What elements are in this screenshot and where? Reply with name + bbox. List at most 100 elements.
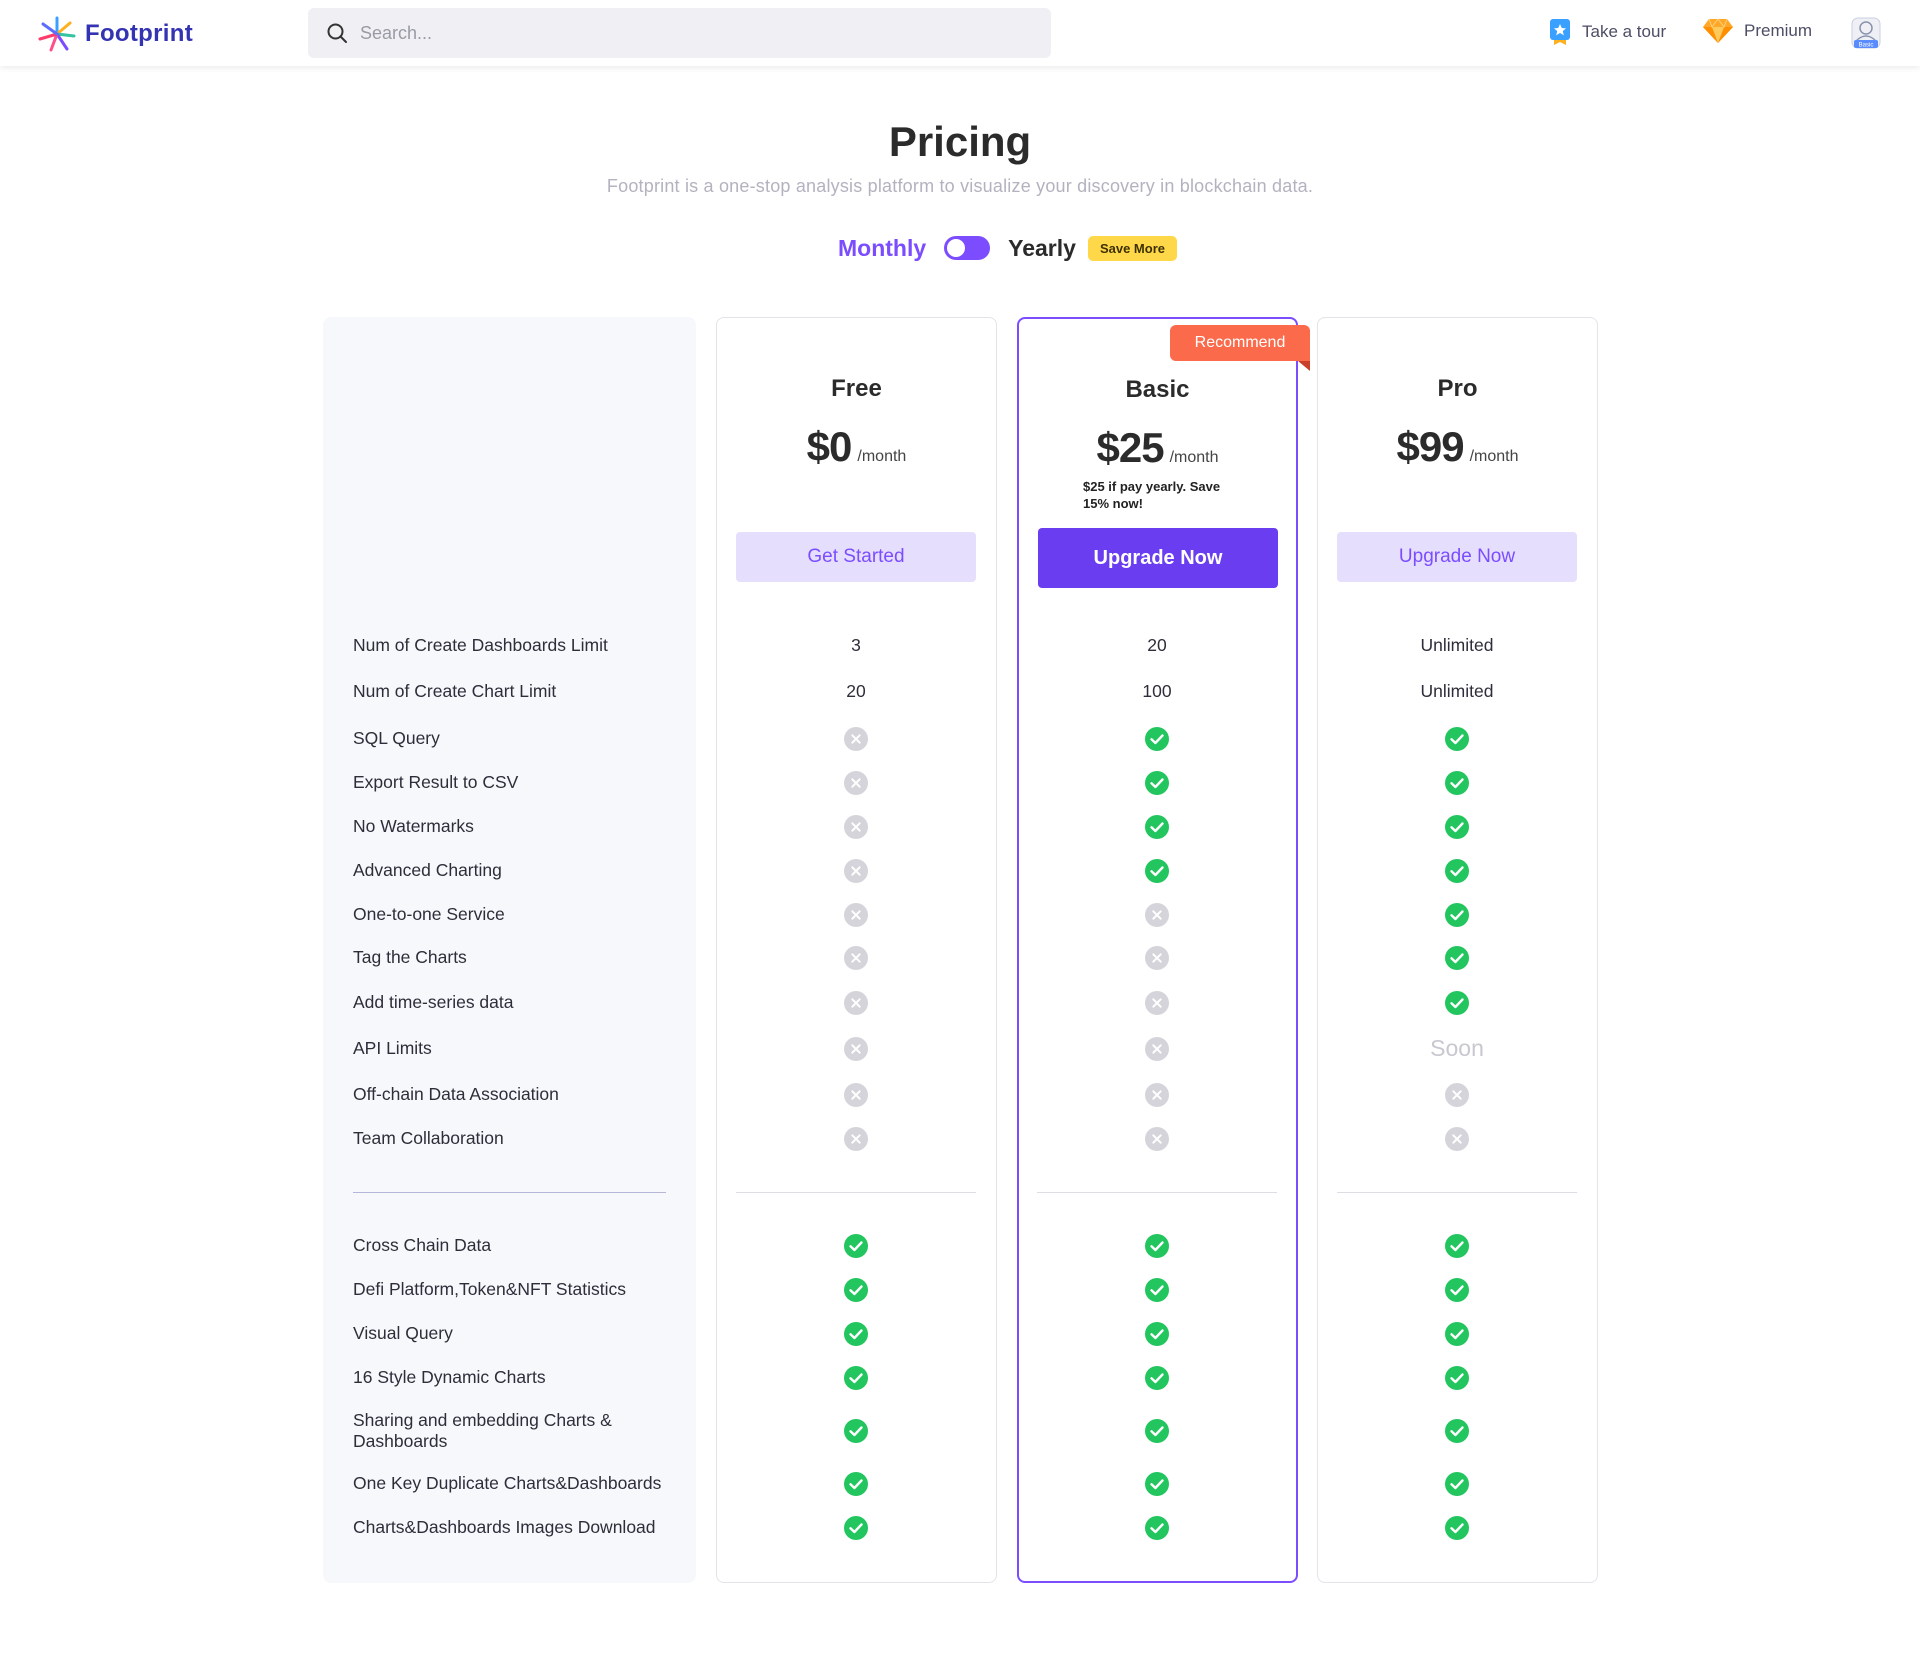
yearly-discount-note: $25 if pay yearly. Save 15% now! [1083, 479, 1221, 511]
feature-label: SQL Query [353, 728, 440, 748]
check-circle-icon [844, 1278, 868, 1302]
check-circle-icon [1445, 946, 1469, 970]
feature-label: Visual Query [353, 1323, 453, 1343]
check-circle-icon [1445, 1366, 1469, 1390]
premium-label: Premium [1744, 21, 1813, 40]
limit-value: Unlimited [1420, 681, 1494, 701]
check-circle-icon [844, 1419, 868, 1443]
plan-name: Free [831, 375, 882, 402]
upgrade-now-button-basic[interactable]: Upgrade Now [1038, 528, 1278, 588]
check-circle-icon [1145, 815, 1169, 839]
billing-monthly-label[interactable]: Monthly [838, 235, 926, 262]
check-circle-icon [1445, 903, 1469, 927]
search-bar[interactable] [308, 8, 1051, 58]
check-circle-icon [1145, 1472, 1169, 1496]
check-circle-icon [1145, 1322, 1169, 1346]
check-circle-icon [1445, 1234, 1469, 1258]
check-circle-icon [1445, 771, 1469, 795]
check-circle-icon [844, 1234, 868, 1258]
check-circle-icon [1445, 1322, 1469, 1346]
diamond-icon [1703, 18, 1733, 43]
user-avatar-icon: Basic [1851, 17, 1881, 49]
brand-name: Footprint [85, 20, 193, 47]
top-navbar: Footprint Take a tour Premium [0, 0, 1920, 66]
feature-label: Cross Chain Data [353, 1235, 492, 1255]
check-circle-icon [1145, 771, 1169, 795]
limit-value: Unlimited [1420, 635, 1494, 655]
check-circle-icon [1445, 815, 1469, 839]
check-circle-icon [1145, 1516, 1169, 1540]
tour-badge-icon [1550, 19, 1570, 45]
cross-circle-icon [1445, 1083, 1469, 1107]
plan-price: $0 /month [717, 423, 996, 471]
check-circle-icon [844, 1516, 868, 1540]
brand-logo[interactable]: Footprint [37, 15, 193, 53]
cross-circle-icon [844, 859, 868, 883]
price-amount: $99 [1396, 423, 1465, 470]
page-subtitle: Footprint is a one-stop analysis platfor… [606, 176, 1314, 196]
cross-circle-icon [1145, 946, 1169, 970]
feature-label: Tag the Charts [353, 947, 467, 967]
search-input[interactable] [360, 22, 1010, 44]
section-divider [736, 1192, 976, 1193]
check-circle-icon [1445, 991, 1469, 1015]
feature-label: Charts&Dashboards Images Download [353, 1517, 656, 1537]
feature-label: Defi Platform,Token&NFT Statistics [353, 1279, 626, 1299]
check-circle-icon [1445, 1278, 1469, 1302]
cross-circle-icon [844, 1037, 868, 1061]
save-more-badge: Save More [1087, 235, 1177, 261]
price-amount: $0 [806, 423, 853, 470]
price-unit: /month [1169, 449, 1219, 466]
plan-price: $99 /month [1318, 423, 1597, 471]
feature-label: Advanced Charting [353, 860, 502, 880]
check-circle-icon [1145, 1278, 1169, 1302]
avatar-badge: Basic [1859, 43, 1874, 49]
cross-circle-icon [1145, 991, 1169, 1015]
check-circle-icon [1145, 859, 1169, 883]
take-tour-link[interactable]: Take a tour [1548, 18, 1666, 46]
feature-label: Off-chain Data Association [353, 1084, 559, 1104]
feature-label: No Watermarks [353, 816, 474, 836]
check-circle-icon [1145, 1234, 1169, 1258]
cross-circle-icon [1145, 1037, 1169, 1061]
upgrade-now-button-pro[interactable]: Upgrade Now [1337, 532, 1577, 582]
check-circle-icon [844, 1472, 868, 1496]
feature-label: Num of Create Chart Limit [353, 681, 557, 701]
coming-soon-text: Soon [1430, 1035, 1484, 1061]
take-tour-label: Take a tour [1582, 22, 1667, 41]
check-circle-icon [844, 1322, 868, 1346]
footprint-logo-icon [38, 16, 76, 52]
feature-label: API Limits [353, 1038, 432, 1058]
cross-circle-icon [844, 946, 868, 970]
recommend-ribbon-fold [1298, 361, 1310, 371]
plan-name: Basic [1125, 376, 1190, 403]
cross-circle-icon [844, 1127, 868, 1151]
page-title: Pricing [888, 118, 1032, 165]
user-avatar[interactable]: Basic [1851, 17, 1881, 49]
cross-circle-icon [844, 991, 868, 1015]
cross-circle-icon [844, 815, 868, 839]
cross-circle-icon [844, 727, 868, 751]
check-circle-icon [1445, 727, 1469, 751]
feature-label: Sharing and embedding Charts & Dashboard… [353, 1410, 612, 1451]
premium-link[interactable]: Premium [1702, 18, 1812, 44]
feature-label: Num of Create Dashboards Limit [353, 635, 608, 655]
price-unit: /month [1469, 448, 1519, 465]
cross-circle-icon [1445, 1127, 1469, 1151]
limit-value: 3 [851, 635, 861, 655]
check-circle-icon [1445, 1516, 1469, 1540]
feature-label: Export Result to CSV [353, 772, 519, 792]
feature-label: 16 Style Dynamic Charts [353, 1367, 546, 1387]
billing-yearly-label[interactable]: Yearly [1008, 235, 1076, 262]
cross-circle-icon [1145, 903, 1169, 927]
get-started-button[interactable]: Get Started [736, 532, 976, 582]
feature-label: Team Collaboration [353, 1128, 504, 1148]
limit-value: 20 [846, 681, 866, 701]
check-circle-icon [1445, 859, 1469, 883]
check-circle-icon [1145, 1366, 1169, 1390]
limit-value: 20 [1147, 635, 1167, 655]
billing-period-switch: Monthly Yearly Save More [838, 230, 1177, 266]
check-circle-icon [1445, 1472, 1469, 1496]
billing-toggle[interactable] [944, 236, 991, 260]
cross-circle-icon [844, 1083, 868, 1107]
